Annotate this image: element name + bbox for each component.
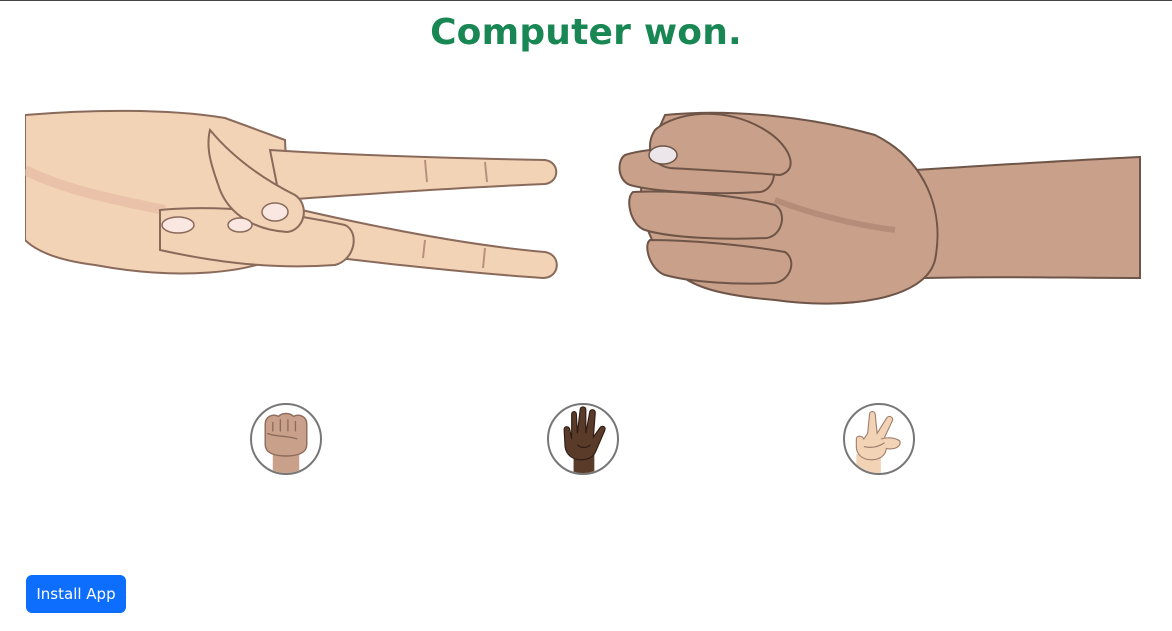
scissors-choice-button[interactable] (843, 403, 915, 475)
player-hand (22, 100, 565, 300)
rock-fist-icon (264, 412, 308, 473)
paper-hand-icon (563, 406, 606, 473)
rock-fist-icon (618, 111, 1141, 305)
result-title: Computer won. (430, 12, 742, 53)
top-border (0, 0, 1172, 1)
install-app-button[interactable]: Install App (26, 575, 126, 613)
scissors-hand-icon (22, 109, 558, 280)
paper-choice-button[interactable] (547, 403, 619, 475)
scissors-hand-icon (855, 411, 901, 473)
rock-choice-button[interactable] (250, 403, 322, 475)
computer-hand (615, 100, 1145, 310)
